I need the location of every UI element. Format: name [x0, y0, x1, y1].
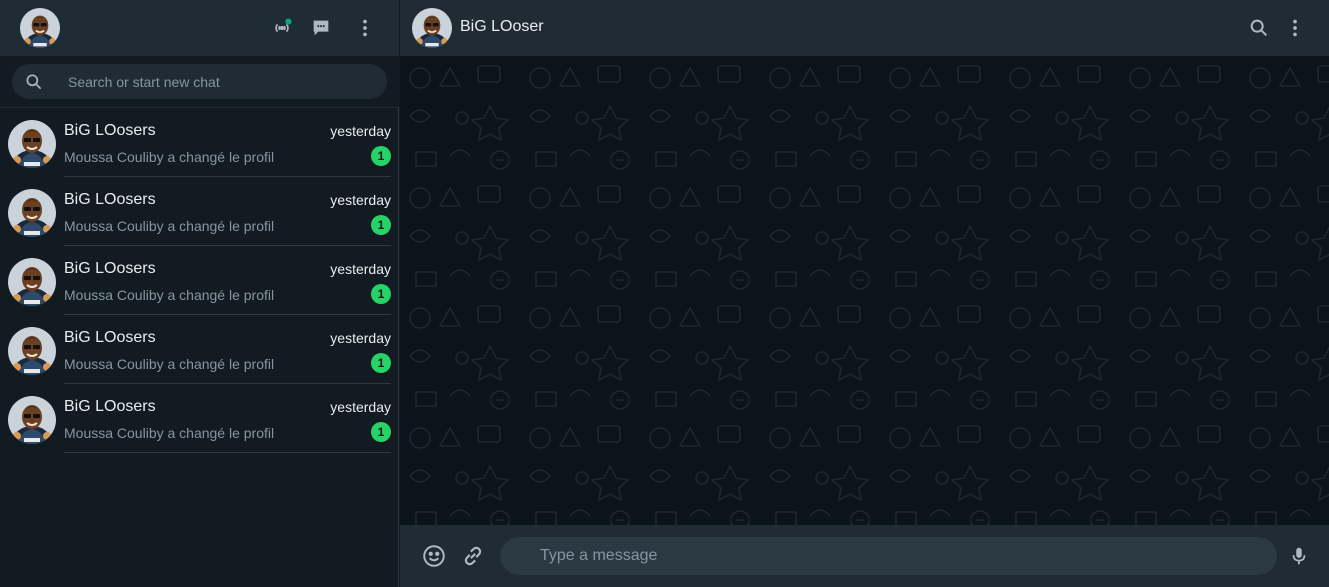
unread-badge: 1 [371, 215, 391, 235]
chat-list-item[interactable]: BiG LOosers yesterday Moussa Couliby a c… [0, 246, 399, 315]
unread-badge: 1 [371, 146, 391, 166]
new-chat-icon[interactable] [309, 16, 333, 40]
conversation-background [400, 56, 1329, 525]
chat-list-item[interactable]: BiG LOosers yesterday Moussa Couliby a c… [0, 108, 399, 177]
chat-list: BiG LOosers yesterday Moussa Couliby a c… [0, 108, 399, 453]
chat-time: yesterday [330, 399, 391, 415]
chat-avatar [8, 189, 56, 237]
unread-badge: 1 [371, 353, 391, 373]
chat-list-item[interactable]: BiG LOosers yesterday Moussa Couliby a c… [0, 177, 399, 246]
chat-name: BiG LOosers [64, 260, 156, 277]
my-avatar[interactable] [20, 8, 60, 48]
chat-list-item[interactable]: BiG LOosers yesterday Moussa Couliby a c… [0, 315, 399, 384]
search-input[interactable] [68, 64, 368, 99]
chat-time: yesterday [330, 330, 391, 346]
unread-badge: 1 [371, 422, 391, 442]
chat-preview: Moussa Couliby a changé le profil [64, 218, 275, 234]
chat-avatar [8, 327, 56, 375]
unread-badge: 1 [371, 284, 391, 304]
search-bar [0, 56, 399, 108]
chat-list-item[interactable]: BiG LOosers yesterday Moussa Couliby a c… [0, 384, 399, 453]
chat-name: BiG LOosers [64, 329, 156, 346]
doodle-wallpaper [400, 56, 1329, 525]
chat-time: yesterday [330, 192, 391, 208]
composer-bar [400, 525, 1329, 587]
emoji-icon[interactable] [420, 542, 448, 570]
conversation-title[interactable]: BiG LOoser [460, 18, 544, 36]
chat-preview: Moussa Couliby a changé le profil [64, 425, 275, 441]
divider [64, 452, 391, 453]
search-icon[interactable] [1247, 16, 1271, 40]
conversation-panel: BiG LOoser [400, 0, 1329, 587]
chat-avatar [8, 396, 56, 444]
chat-avatar [8, 120, 56, 168]
chat-name: BiG LOosers [64, 191, 156, 208]
sidebar: BiG LOosers yesterday Moussa Couliby a c… [0, 0, 399, 587]
chat-name: BiG LOosers [64, 398, 156, 415]
contact-avatar[interactable] [412, 8, 452, 48]
menu-icon[interactable] [353, 16, 377, 40]
sidebar-header [0, 0, 399, 56]
chat-time: yesterday [330, 123, 391, 139]
search-box[interactable] [12, 64, 387, 99]
message-input[interactable] [540, 537, 1240, 575]
search-icon [26, 74, 42, 90]
attach-link-icon[interactable] [459, 542, 487, 570]
status-icon[interactable] [270, 16, 294, 40]
conversation-header: BiG LOoser [400, 0, 1329, 56]
chat-name: BiG LOosers [64, 122, 156, 139]
chat-avatar [8, 258, 56, 306]
chat-preview: Moussa Couliby a changé le profil [64, 356, 275, 372]
message-box[interactable] [500, 537, 1277, 575]
chat-time: yesterday [330, 261, 391, 277]
chat-preview: Moussa Couliby a changé le profil [64, 287, 275, 303]
menu-icon[interactable] [1283, 16, 1307, 40]
microphone-icon[interactable] [1285, 542, 1313, 570]
chat-preview: Moussa Couliby a changé le profil [64, 149, 275, 165]
